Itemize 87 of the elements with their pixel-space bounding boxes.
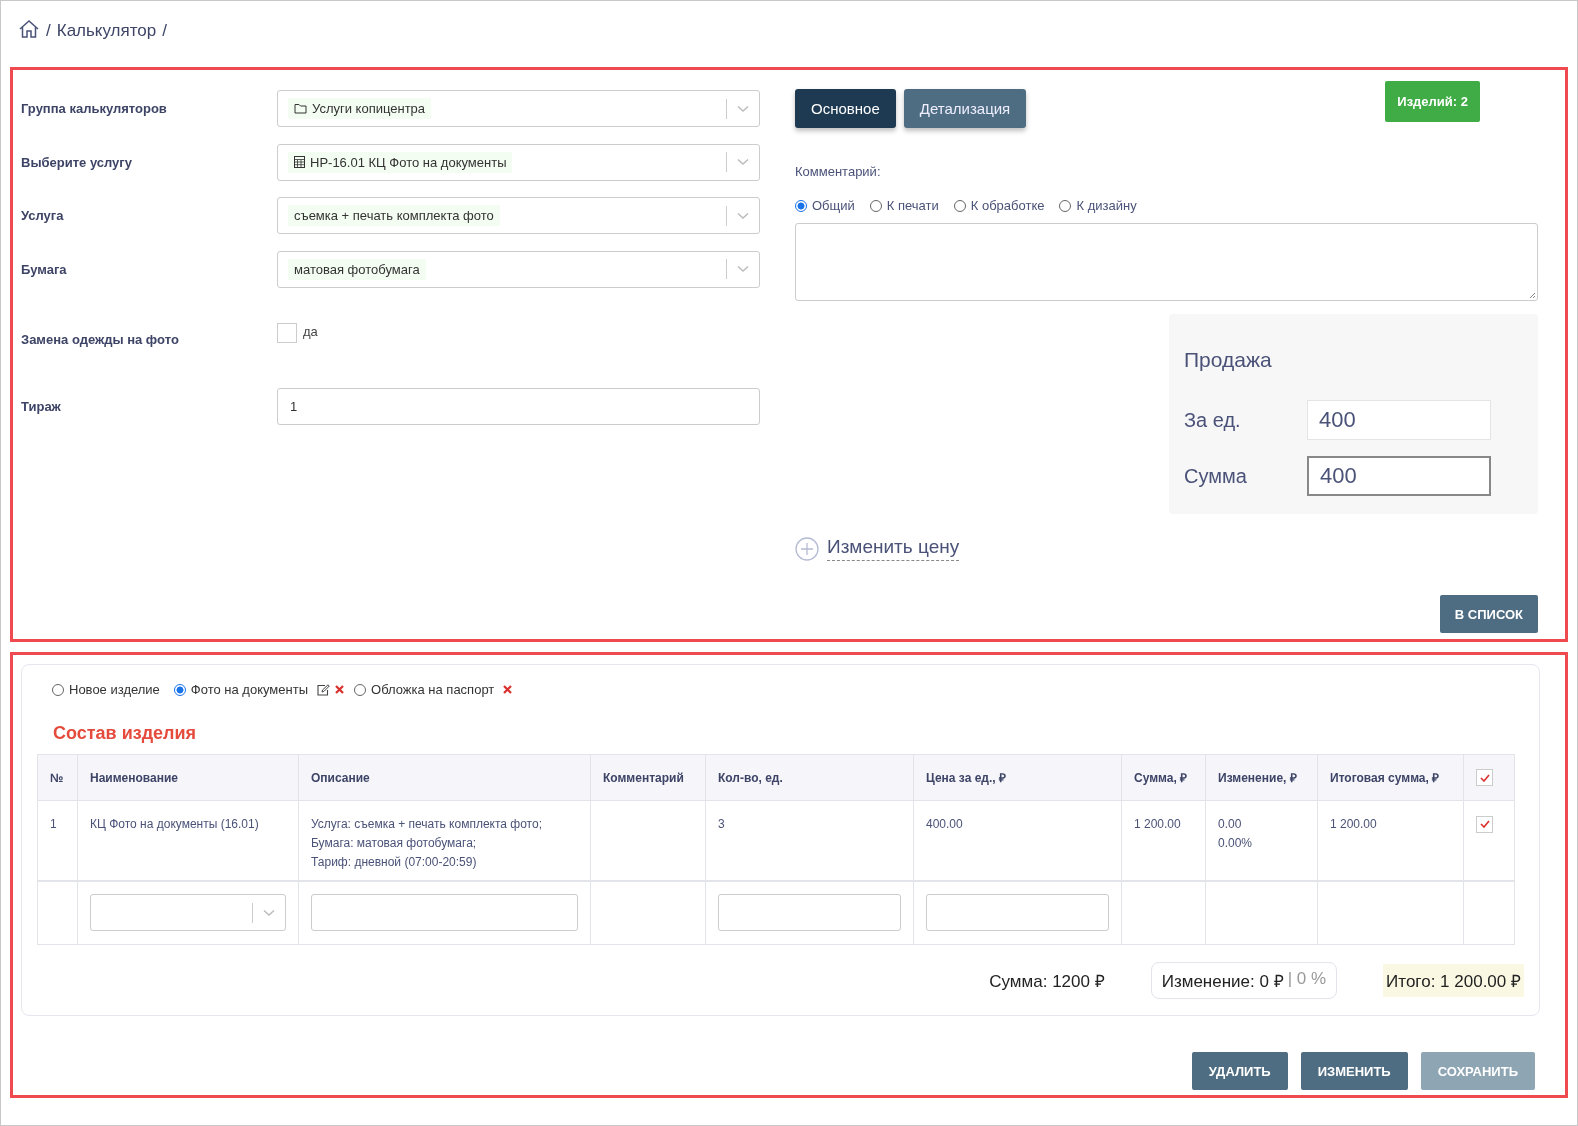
radio-button[interactable] [173, 683, 186, 696]
product-option[interactable]: Фото на документы [173, 682, 344, 697]
radio-label[interactable]: К обработке [970, 198, 1045, 213]
resize-grip-icon[interactable] [1528, 291, 1536, 299]
input-field[interactable]: 1 [277, 388, 760, 425]
folder-icon [294, 103, 307, 114]
input-field[interactable] [926, 894, 1109, 931]
tab[interactable]: Основное [795, 89, 896, 128]
sale-title: Продажа [1184, 348, 1273, 372]
input-field[interactable] [718, 894, 901, 931]
chevron-down-icon [737, 104, 749, 113]
chevron-down-icon [263, 908, 275, 917]
radio-label[interactable]: К печати [886, 198, 939, 213]
selected-value: НР-16.01 КЦ Фото на документы [288, 151, 513, 173]
selected-value: Услуги копицентра [288, 98, 432, 119]
input-field[interactable] [311, 894, 578, 931]
field-label: Услуга [21, 208, 65, 223]
calculator-icon [294, 156, 305, 168]
price-field[interactable]: 400 [1307, 456, 1491, 496]
table-cell-text: 1 [50, 816, 57, 833]
delete-icon[interactable] [335, 685, 344, 694]
radio-label[interactable]: К дизайну [1076, 198, 1137, 213]
selected-value: матовая фотобумага [288, 258, 426, 280]
checkmark-icon [1479, 773, 1490, 782]
selected-value: съемка + печать комплекта фото [288, 205, 500, 226]
table-cell-text: КЦ Фото на документы (16.01) [90, 816, 259, 833]
table-cell-text: 3 [718, 816, 725, 833]
checkbox[interactable] [277, 323, 297, 343]
checkbox-label: да [303, 323, 318, 339]
select-field[interactable]: НР-16.01 КЦ Фото на документы [277, 143, 760, 181]
table-cell-text: Услуга: съемка + печать комплекта фото; Бумага: матовая фотобумага; Тариф: дневной (07:00-20:59) [311, 816, 542, 871]
chevron-down-icon [737, 265, 749, 273]
select-field[interactable]: съемка + печать комплекта фото [277, 197, 760, 234]
change-amount: Изменение: 0 ₽ [1161, 970, 1284, 992]
column-header: Кол-во, ед. [705, 754, 914, 801]
select-field[interactable]: матовая фотобумага [277, 250, 760, 288]
table-cell-text: 400.00 [926, 816, 963, 833]
change-percent: | 0 % [1287, 968, 1327, 990]
action-button[interactable]: УДАЛИТЬ [1191, 1052, 1288, 1090]
checkbox[interactable] [1476, 769, 1493, 786]
column-header: Изменение, ₽ [1205, 754, 1318, 801]
table-cell-text: 0.00 0.00% [1218, 816, 1253, 852]
breadcrumb-separator: / [162, 21, 167, 41]
action-button[interactable]: ИЗМЕНИТЬ [1300, 1052, 1408, 1090]
radio-label[interactable]: Фото на документы [190, 682, 308, 697]
comment-label: Комментарий: [795, 164, 882, 181]
tab[interactable]: Детализация [903, 89, 1027, 128]
price-label: За ед. [1184, 408, 1242, 432]
price-label: Сумма [1184, 464, 1248, 488]
radio-label[interactable]: Новое изделие [69, 682, 160, 697]
select-field[interactable]: Услуги копицентра [277, 90, 760, 127]
home-icon[interactable] [18, 19, 40, 39]
price-field[interactable]: 400 [1307, 400, 1491, 440]
select-field[interactable] [90, 894, 286, 931]
grand-total: Итого: 1 200.00 ₽ [1383, 963, 1524, 997]
chevron-down-icon [737, 158, 749, 166]
table-cell-text: 1 200.00 [1134, 816, 1181, 833]
table-cell-text: 1 200.00 [1330, 816, 1377, 833]
column-header: Итоговая сумма, ₽ [1317, 754, 1464, 801]
chevron-down-icon [737, 211, 749, 220]
field-label: Выберите услугу [21, 154, 133, 170]
checkmark-icon [1479, 820, 1490, 828]
to-list-button[interactable]: В СПИСОК [1439, 595, 1538, 633]
checkbox[interactable] [1476, 815, 1493, 833]
breadcrumb-separator: / [46, 21, 51, 41]
column-header: Описание [298, 754, 591, 801]
column-header: Наименование [77, 754, 299, 801]
product-option[interactable]: Обложка на паспорт [354, 682, 513, 697]
field-label: Замена одежды на фото [21, 332, 180, 347]
items-count-badge: Изделий: 2 [1385, 81, 1480, 122]
field-label: Тираж [21, 399, 62, 414]
column-header: № [37, 754, 78, 801]
breadcrumb-link[interactable]: Калькулятор [56, 21, 157, 41]
product-option[interactable]: Новое изделие [52, 682, 164, 697]
column-header: Сумма, ₽ [1121, 754, 1206, 801]
change-price-link[interactable]: Изменить цену [827, 536, 960, 561]
field-label: Группа калькуляторов [21, 101, 168, 116]
column-header: Цена за ед., ₽ [913, 754, 1122, 801]
radio-button[interactable] [795, 199, 807, 212]
section-title: Состав изделия [53, 723, 198, 744]
sum-total: Сумма: 1200 ₽ [989, 970, 1105, 992]
radio-label[interactable]: Обложка на паспорт [371, 682, 495, 697]
edit-icon[interactable] [317, 683, 330, 696]
delete-icon[interactable] [503, 685, 513, 694]
column-header: Комментарий [590, 754, 706, 801]
field-label: Бумага [21, 261, 68, 277]
radio-label[interactable]: Общий [812, 198, 855, 213]
